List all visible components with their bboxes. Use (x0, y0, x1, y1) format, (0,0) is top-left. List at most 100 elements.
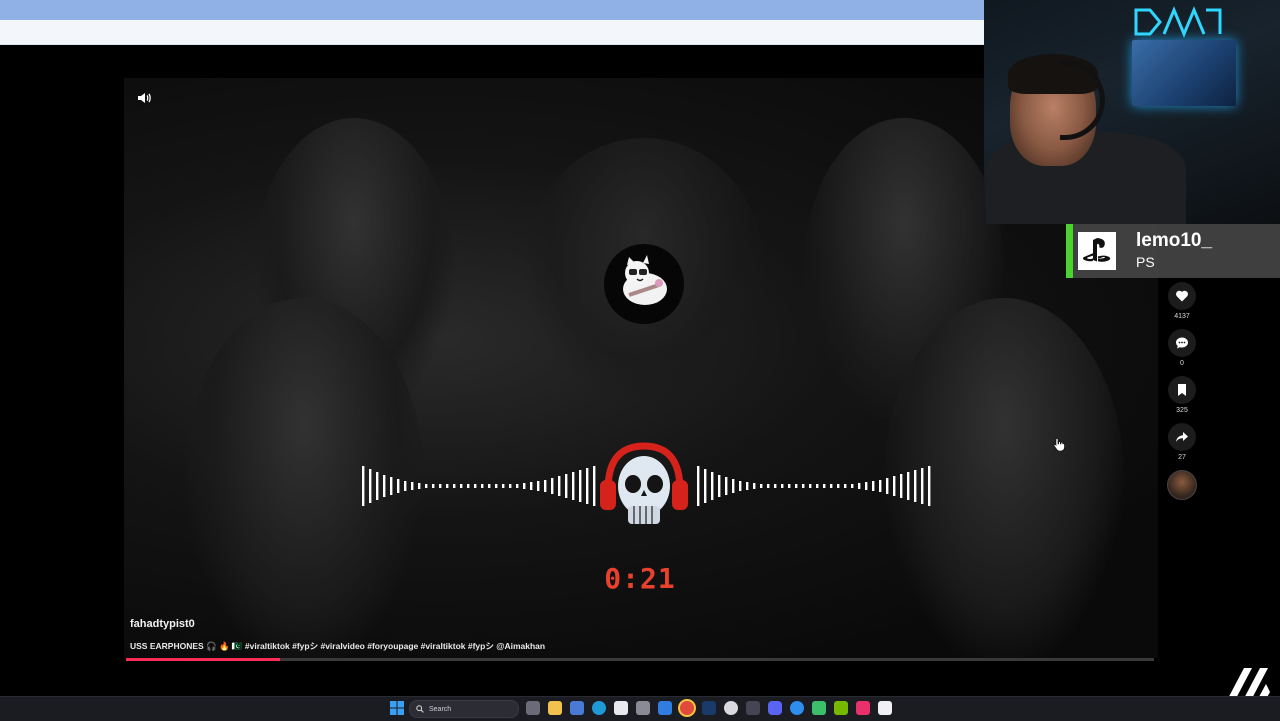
visualizer-bar (795, 484, 798, 488)
app-icon[interactable] (570, 701, 584, 715)
skull-headphones-icon (598, 440, 690, 536)
visualizer-bar (586, 468, 589, 504)
visualizer-bar (572, 472, 575, 500)
app-icon[interactable] (812, 701, 826, 715)
visualizer-bar (516, 484, 519, 488)
visualizer-bar (725, 477, 728, 495)
visualizer-bar (474, 484, 477, 488)
comment-icon (1176, 337, 1188, 349)
tiktok-icon[interactable] (856, 701, 870, 715)
visualizer-bar (823, 484, 826, 488)
visualizer-bar (928, 466, 931, 506)
heart-icon (1176, 290, 1188, 302)
visualizer-bar (432, 484, 435, 488)
video-author[interactable]: fahadtypist0 (130, 618, 195, 630)
edge-icon[interactable] (592, 701, 606, 715)
visualizer-bar (851, 484, 854, 488)
video-progress-fill (126, 658, 281, 661)
like-button[interactable] (1168, 282, 1196, 310)
share-button[interactable] (1168, 423, 1196, 451)
visualizer-bar (879, 480, 882, 492)
store-icon[interactable] (614, 701, 628, 715)
visualizer-bar (481, 484, 484, 488)
creator-action (1166, 470, 1198, 500)
visualizer-bar (865, 482, 868, 490)
video-caption: USS EARPHONES 🎧 🔥 🇵🇰 #viraltiktok #fypシ … (130, 641, 546, 651)
audio-timer: 0:21 (604, 562, 676, 595)
visualizer-bar (453, 484, 456, 488)
capcut-icon[interactable] (878, 701, 892, 715)
visualizer-bar (411, 482, 414, 490)
visualizer-bar (844, 484, 847, 488)
visualizer-bar (502, 484, 505, 488)
like-action: 4137 (1166, 282, 1198, 323)
steam-icon[interactable] (702, 701, 716, 715)
discord-icon[interactable] (768, 701, 782, 715)
taskbar-search-label: Search (429, 705, 452, 713)
visualizer-bar (551, 478, 554, 494)
overlay-username: lemo10_ (1136, 230, 1213, 251)
volume-icon[interactable] (136, 90, 152, 106)
nvidia-icon[interactable] (834, 701, 848, 715)
visualizer-bar (418, 483, 421, 489)
visualizer-bar (579, 470, 582, 502)
app-icon[interactable] (724, 701, 738, 715)
overlay-platform: PS (1136, 254, 1155, 270)
taskbar-apps (526, 701, 892, 715)
visualizer-bar (697, 466, 700, 506)
video-progress-bar[interactable] (126, 658, 1154, 661)
visualizer-bar (858, 483, 861, 489)
overlay-accent (1066, 224, 1073, 278)
browser-tab-bar (0, 0, 984, 20)
neon-logo-icon (1134, 6, 1222, 38)
visualizer-bar (537, 481, 540, 491)
app-icon[interactable] (746, 701, 760, 715)
visualizer-bar (760, 484, 763, 488)
taskbar-search[interactable]: Search (409, 700, 519, 718)
visualizer-bar (383, 475, 386, 497)
visualizer-bar (425, 484, 428, 488)
bookmark-icon (1178, 384, 1186, 396)
visualizer-bar (704, 469, 707, 503)
visualizer-bar (544, 480, 547, 492)
app-icon[interactable] (636, 701, 650, 715)
save-action: 325 (1166, 376, 1198, 417)
visualizer-bar (404, 481, 407, 491)
chrome-icon[interactable] (680, 701, 694, 715)
share-icon (1176, 432, 1188, 442)
windows-start-icon[interactable] (390, 701, 404, 715)
visualizer-bar (767, 484, 770, 488)
playstation-icon (1078, 232, 1116, 270)
visualizer-bar (711, 472, 714, 500)
mail-icon[interactable] (658, 701, 672, 715)
comment-button[interactable] (1168, 329, 1196, 357)
comment-count: 0 (1180, 360, 1184, 367)
visualizer-bar (914, 470, 917, 502)
visualizer-bar (488, 484, 491, 488)
visualizer-bar (460, 484, 463, 488)
creator-avatar[interactable] (1167, 470, 1197, 500)
visualizer-bar (565, 474, 568, 498)
playstation-overlay: lemo10_ PS (1066, 224, 1280, 278)
visualizer-bar (781, 484, 784, 488)
visualizer-bar (830, 484, 833, 488)
visualizer-bar (718, 475, 721, 497)
visualizer-bar (872, 481, 875, 491)
visualizer-bar (593, 466, 596, 506)
search-icon (416, 705, 424, 713)
visualizer-bar (376, 472, 379, 500)
visualizer-bar (558, 476, 561, 496)
visualizer-bar (921, 468, 924, 504)
app-icon[interactable] (790, 701, 804, 715)
save-button[interactable] (1168, 376, 1196, 404)
visualizer-bar (802, 484, 805, 488)
visualizer-bar (900, 474, 903, 498)
visualizer-bar (530, 482, 533, 490)
visualizer-bar (753, 483, 756, 489)
visualizer-bar (390, 477, 393, 495)
file-explorer-icon[interactable] (548, 701, 562, 715)
task-view-icon[interactable] (526, 701, 540, 715)
visualizer-bar (369, 469, 372, 503)
like-count: 4137 (1174, 313, 1190, 320)
visualizer-bar (907, 472, 910, 500)
